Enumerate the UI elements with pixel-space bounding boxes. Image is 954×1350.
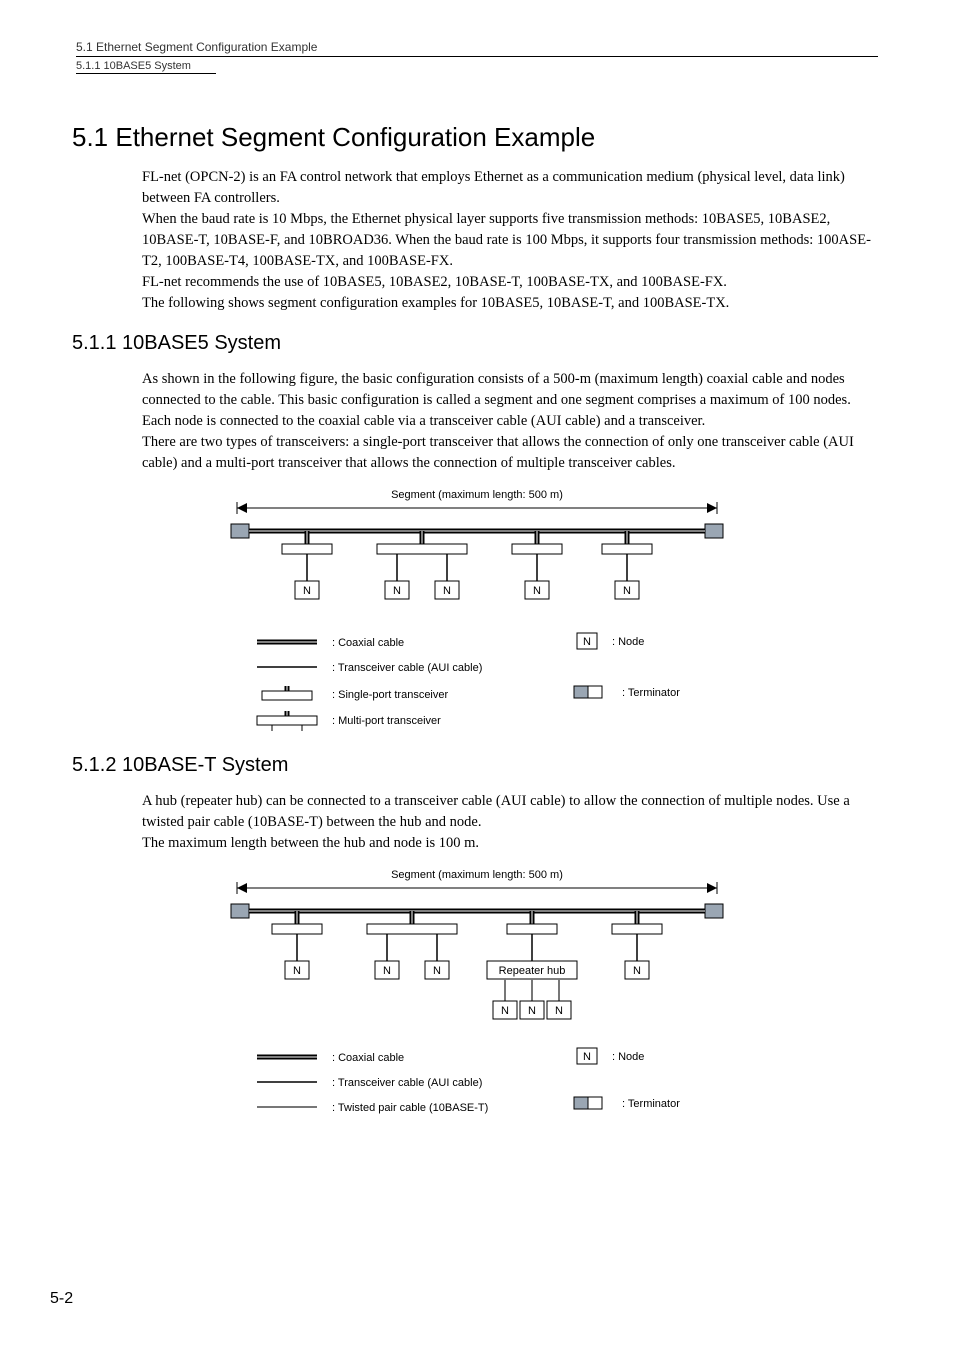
running-head: 5.1 Ethernet Segment Configuration Examp… [76, 40, 878, 54]
svg-text:N: N [501, 1005, 509, 1017]
svg-text:N: N [555, 1005, 563, 1017]
segment-label: Segment (maximum length: 500 m) [391, 489, 563, 501]
svg-text:: Transceiver cable (AUI cable: : Transceiver cable (AUI cable) [332, 662, 482, 674]
svg-text:: Node: : Node [612, 636, 644, 648]
subsection-1-heading: 5.1.1 10BASE5 System [72, 332, 878, 355]
svg-text:Repeater hub: Repeater hub [499, 965, 566, 977]
svg-text:N: N [303, 585, 311, 597]
svg-text:: Coaxial cable: : Coaxial cable [332, 1052, 404, 1064]
section-para: FL-net (OPCN-2) is an FA control network… [142, 167, 878, 314]
svg-text:N: N [293, 965, 301, 977]
svg-text:N: N [533, 585, 541, 597]
svg-text:: Twisted pair cable (10BASE-T: : Twisted pair cable (10BASE-T) [332, 1102, 488, 1114]
svg-text:Segment (maximum length: 500 m: Segment (maximum length: 500 m) [391, 869, 563, 881]
svg-text:N: N [583, 636, 591, 648]
svg-text:: Transceiver cable (AUI cable: : Transceiver cable (AUI cable) [332, 1077, 482, 1089]
page-number: 5-2 [50, 1290, 73, 1308]
subsection-1-para: As shown in the following figure, the ba… [142, 369, 878, 474]
svg-text:N: N [633, 965, 641, 977]
svg-text:N: N [623, 585, 631, 597]
svg-text:: Coaxial cable: : Coaxial cable [332, 637, 404, 649]
svg-text:N: N [528, 1005, 536, 1017]
svg-text:N: N [583, 1051, 591, 1063]
figure-10base-t: Segment (maximum length: 500 m) N [76, 866, 878, 1126]
section-heading: 5.1 Ethernet Segment Configuration Examp… [72, 122, 878, 153]
svg-text:N: N [393, 585, 401, 597]
svg-text:: Multi-port transceiver: : Multi-port transceiver [332, 715, 441, 727]
figure-10base5: Segment (maximum length: 500 m) N [76, 486, 878, 736]
rule [76, 56, 878, 57]
svg-text:: Single-port transceiver: : Single-port transceiver [332, 689, 448, 701]
subsection-2-para: A hub (repeater hub) can be connected to… [142, 791, 878, 854]
svg-text:: Terminator: : Terminator [622, 1098, 680, 1110]
svg-text:: Terminator: : Terminator [622, 687, 680, 699]
rule-sub [76, 73, 216, 74]
svg-text:N: N [433, 965, 441, 977]
svg-text:N: N [443, 585, 451, 597]
svg-text:N: N [383, 965, 391, 977]
svg-text:: Node: : Node [612, 1051, 644, 1063]
running-sub: 5.1.1 10BASE5 System [76, 60, 878, 72]
subsection-2-heading: 5.1.2 10BASE-T System [72, 754, 878, 777]
